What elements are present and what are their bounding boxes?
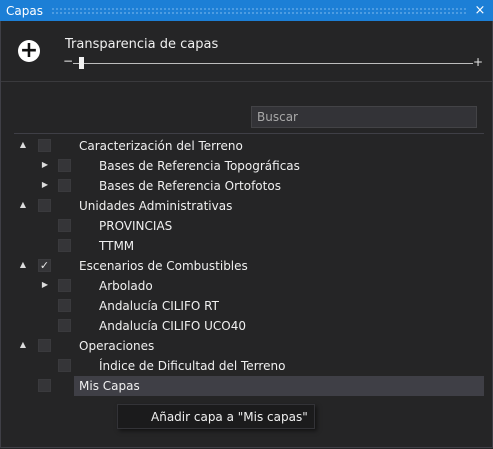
layer-label: Caracterización del Terreno bbox=[79, 139, 243, 153]
window-titlebar[interactable]: Capas × bbox=[0, 0, 493, 21]
slider-track[interactable] bbox=[73, 63, 473, 64]
tree-row[interactable]: PROVINCIAS bbox=[1, 216, 492, 236]
tree-row[interactable]: ▲ Caracterización del Terreno bbox=[1, 136, 492, 156]
expanded-arrow-icon[interactable]: ▲ bbox=[17, 199, 29, 211]
layer-label: Arbolado bbox=[99, 279, 153, 293]
toolbar-divider bbox=[1, 81, 492, 82]
collapsed-arrow-icon[interactable]: ▶ bbox=[39, 179, 51, 191]
expanded-arrow-icon[interactable]: ▲ bbox=[17, 259, 29, 271]
search-input[interactable] bbox=[251, 106, 477, 128]
layer-label: Andalucía CILIFO UCO40 bbox=[99, 319, 247, 333]
layer-checkbox[interactable] bbox=[58, 179, 71, 192]
slider-max-icon: + bbox=[472, 55, 483, 69]
expanded-arrow-icon[interactable]: ▲ bbox=[17, 139, 29, 151]
layer-label: PROVINCIAS bbox=[99, 219, 173, 233]
tree-row[interactable]: Mis Capas bbox=[1, 376, 492, 396]
tree-divider bbox=[14, 133, 484, 134]
tree-row[interactable]: TTMM bbox=[1, 236, 492, 256]
tree-row[interactable]: ▲ Operaciones bbox=[1, 336, 492, 356]
close-icon[interactable]: × bbox=[473, 3, 487, 18]
tree-row[interactable]: ▶ Bases de Referencia Topográficas bbox=[1, 156, 492, 176]
layer-label: Bases de Referencia Topográficas bbox=[99, 159, 300, 173]
slider-min-icon: − bbox=[63, 54, 74, 68]
layer-checkbox[interactable] bbox=[58, 159, 71, 172]
layer-label: TTMM bbox=[99, 239, 135, 253]
layer-label: Mis Capas bbox=[79, 379, 140, 393]
layer-label: Andalucía CILIFO RT bbox=[99, 299, 219, 313]
layer-checkbox[interactable] bbox=[58, 299, 71, 312]
layer-checkbox[interactable] bbox=[58, 359, 71, 372]
layer-checkbox[interactable] bbox=[58, 219, 71, 232]
add-layer-button[interactable]: + bbox=[18, 40, 40, 62]
layer-label: Índice de Dificultad del Terreno bbox=[99, 359, 286, 373]
tree-row[interactable]: Andalucía CILIFO RT bbox=[1, 296, 492, 316]
plus-icon: + bbox=[19, 38, 39, 63]
expanded-arrow-icon[interactable]: ▲ bbox=[17, 339, 29, 351]
context-menu-add-to-my-layers[interactable]: Añadir capa a "Mis capas" bbox=[151, 410, 308, 424]
layer-checkbox[interactable] bbox=[38, 379, 51, 392]
layer-checkbox[interactable]: ✓ bbox=[38, 259, 51, 272]
slider-thumb[interactable] bbox=[79, 57, 84, 69]
tree-row[interactable]: ▲ Unidades Administrativas bbox=[1, 196, 492, 216]
layer-label: Bases de Referencia Ortofotos bbox=[99, 179, 281, 193]
layer-checkbox[interactable] bbox=[38, 139, 51, 152]
layer-label: Unidades Administrativas bbox=[79, 199, 233, 213]
transparency-label: Transparencia de capas bbox=[65, 37, 219, 52]
tree-row[interactable]: Andalucía CILIFO UCO40 bbox=[1, 316, 492, 336]
layer-checkbox[interactable] bbox=[58, 319, 71, 332]
tree-row[interactable]: Índice de Dificultad del Terreno bbox=[1, 356, 492, 376]
collapsed-arrow-icon[interactable]: ▶ bbox=[39, 279, 51, 291]
transparency-slider[interactable]: − + bbox=[63, 54, 483, 73]
layer-label: Escenarios de Combustibles bbox=[79, 259, 248, 273]
tree-row[interactable]: ▶ Arbolado bbox=[1, 276, 492, 296]
tree-row[interactable]: ▶ Bases de Referencia Ortofotos bbox=[1, 176, 492, 196]
layer-checkbox[interactable] bbox=[58, 239, 71, 252]
context-menu: Añadir capa a "Mis capas" bbox=[117, 404, 315, 429]
titlebar-grip bbox=[50, 7, 467, 14]
tree-row[interactable]: ▲ ✓ Escenarios de Combustibles bbox=[1, 256, 492, 276]
layer-checkbox[interactable] bbox=[58, 279, 71, 292]
layer-checkbox[interactable] bbox=[38, 339, 51, 352]
window-title: Capas bbox=[6, 3, 43, 18]
layers-panel: + Transparencia de capas − + ▲ Caracteriz… bbox=[0, 21, 493, 448]
layer-tree: ▲ Caracterización del Terreno ▶ Bases de Re… bbox=[1, 136, 492, 396]
layer-checkbox[interactable] bbox=[38, 199, 51, 212]
layer-label: Operaciones bbox=[79, 339, 155, 353]
collapsed-arrow-icon[interactable]: ▶ bbox=[39, 159, 51, 171]
